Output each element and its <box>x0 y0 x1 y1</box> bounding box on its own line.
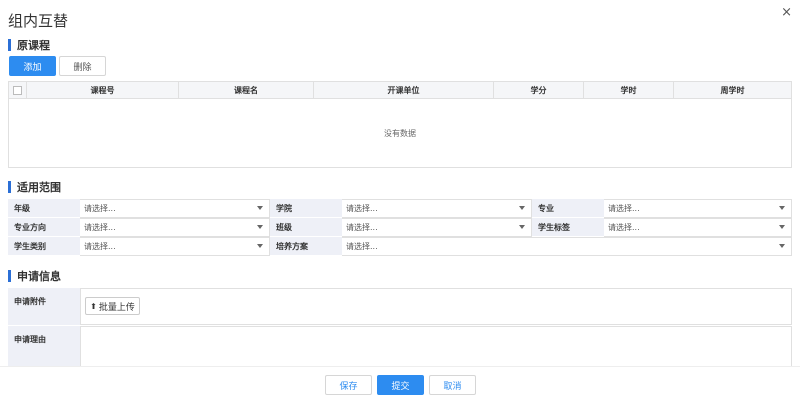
chevron-down-icon <box>519 225 525 229</box>
course-table-header: 课程号 课程名 开课单位 学分 学时 周学时 <box>8 81 792 99</box>
field-label: 申请附件 <box>8 288 80 325</box>
column-header[interactable]: 学时 <box>584 82 674 98</box>
section-accent-bar <box>8 39 11 51</box>
section-accent-bar <box>8 270 11 282</box>
student-tag-select[interactable]: 请选择... <box>604 218 792 237</box>
class-select[interactable]: 请选择... <box>342 218 532 237</box>
chevron-down-icon <box>519 206 525 210</box>
add-button[interactable]: 添加 <box>9 56 56 76</box>
column-header[interactable]: 课程名 <box>179 82 314 98</box>
empty-message: 没有数据 <box>384 128 416 138</box>
chevron-down-icon <box>779 244 785 248</box>
upload-label: 批量上传 <box>98 302 135 313</box>
select-value: 请选择... <box>84 242 116 251</box>
column-header[interactable]: 周学时 <box>674 82 791 98</box>
column-header[interactable]: 学分 <box>494 82 584 98</box>
section-accent-bar <box>8 181 11 193</box>
major-direction-select[interactable]: 请选择... <box>80 218 270 237</box>
field-label: 班级 <box>270 218 342 237</box>
select-all-checkbox[interactable] <box>13 85 22 95</box>
attachment-area: ⬆ 批量上传 <box>80 288 792 325</box>
field-label: 专业 <box>532 199 604 218</box>
dialog-footer: 保存 提交 取消 <box>0 366 800 401</box>
scope-form: 年级 请选择... 学院 请选择... 专业 请选择... 专业方向 请选择..… <box>8 199 792 256</box>
grade-select[interactable]: 请选择... <box>80 199 270 218</box>
column-header[interactable]: 开课单位 <box>314 82 494 98</box>
field-label: 培养方案 <box>270 237 342 256</box>
student-type-select[interactable]: 请选择... <box>80 237 270 256</box>
dialog-title: 组内互替 <box>8 12 69 30</box>
section-apply-info: 申请信息 <box>8 269 61 283</box>
cancel-button[interactable]: 取消 <box>429 375 476 395</box>
section-title: 申请信息 <box>17 270 61 283</box>
field-label: 学生类别 <box>8 237 80 256</box>
select-value: 请选择... <box>346 242 378 251</box>
training-plan-select[interactable]: 请选择... <box>342 237 792 256</box>
apply-row: 申请理由 <box>8 326 792 368</box>
section-original-course: 原课程 <box>8 38 50 52</box>
select-value: 请选择... <box>608 223 640 232</box>
major-select[interactable]: 请选择... <box>604 199 792 218</box>
save-button[interactable]: 保存 <box>325 375 372 395</box>
field-label: 专业方向 <box>8 218 80 237</box>
scope-row: 年级 请选择... 学院 请选择... 专业 请选择... <box>8 199 792 218</box>
close-icon[interactable]: × <box>781 5 792 20</box>
field-label: 学生标签 <box>532 218 604 237</box>
scope-row: 专业方向 请选择... 班级 请选择... 学生标签 请选择... <box>8 218 792 237</box>
select-value: 请选择... <box>346 204 378 213</box>
chevron-down-icon <box>257 244 263 248</box>
submit-button[interactable]: 提交 <box>377 375 424 395</box>
chevron-down-icon <box>257 206 263 210</box>
dialog-header: 组内互替 × <box>0 0 800 34</box>
section-title: 适用范围 <box>17 181 61 194</box>
select-value: 请选择... <box>84 204 116 213</box>
chevron-down-icon <box>779 225 785 229</box>
reason-textarea[interactable] <box>80 326 792 368</box>
select-value: 请选择... <box>346 223 378 232</box>
college-select[interactable]: 请选择... <box>342 199 532 218</box>
select-value: 请选择... <box>608 204 640 213</box>
column-header[interactable]: 课程号 <box>27 82 179 98</box>
apply-form: 申请附件 ⬆ 批量上传 申请理由 <box>8 288 792 368</box>
chevron-down-icon <box>779 206 785 210</box>
select-all-cell[interactable] <box>9 82 27 98</box>
field-label: 学院 <box>270 199 342 218</box>
apply-row: 申请附件 ⬆ 批量上传 <box>8 288 792 325</box>
field-label: 申请理由 <box>8 326 80 368</box>
upload-icon: ⬆ <box>90 301 97 311</box>
batch-upload-button[interactable]: ⬆ 批量上传 <box>85 297 140 315</box>
chevron-down-icon <box>257 225 263 229</box>
select-value: 请选择... <box>84 223 116 232</box>
section-title: 原课程 <box>17 39 50 52</box>
course-table-body: 没有数据 <box>8 99 792 168</box>
field-label: 年级 <box>8 199 80 218</box>
delete-button[interactable]: 删除 <box>59 56 106 76</box>
scope-row: 学生类别 请选择... 培养方案 请选择... <box>8 237 792 256</box>
section-scope: 适用范围 <box>8 180 61 194</box>
